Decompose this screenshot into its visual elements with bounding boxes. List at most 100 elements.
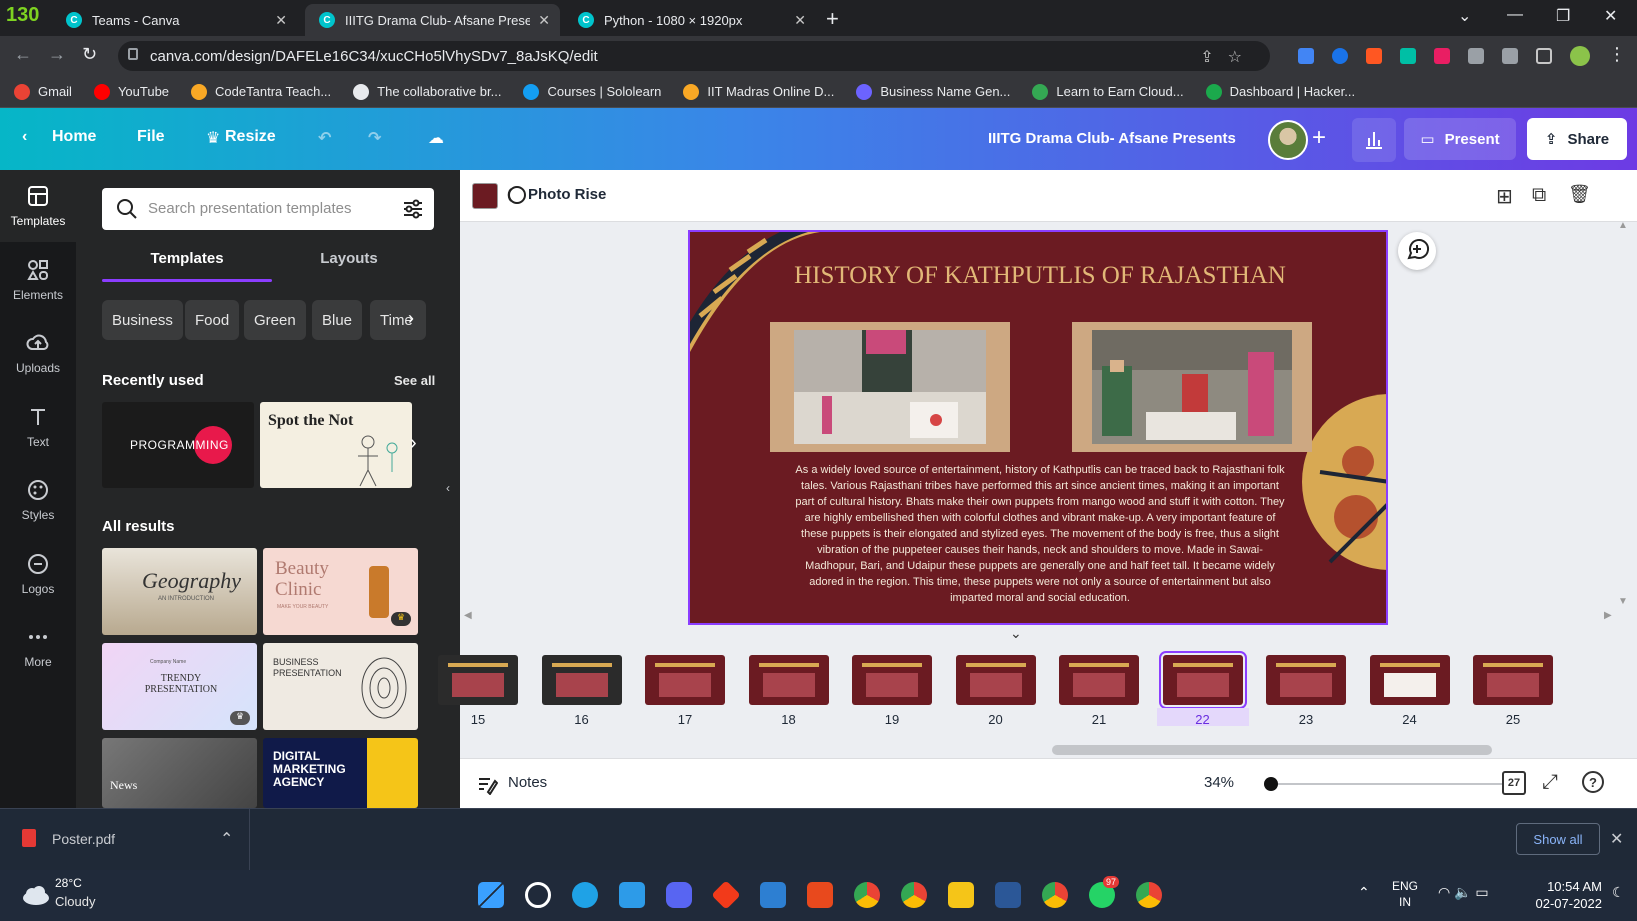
chrome-profile-icon[interactable] — [1136, 882, 1162, 908]
template-thumb-programming[interactable]: PROGRAMMING — [102, 402, 254, 488]
extension-icon[interactable] — [1366, 48, 1382, 64]
scroll-up-icon[interactable]: ▲ — [1618, 220, 1628, 231]
chevron-up-icon[interactable]: ⌃ — [220, 829, 233, 849]
git-icon[interactable] — [711, 880, 741, 910]
chrome-profile-icon[interactable] — [901, 882, 927, 908]
add-collaborator-button[interactable]: + — [1312, 124, 1326, 152]
rail-item-elements[interactable]: Elements — [0, 244, 76, 316]
file-explorer-icon[interactable] — [948, 882, 974, 908]
browser-tab-teams[interactable]: C Teams - Canva ✕ — [52, 4, 297, 36]
rail-item-more[interactable]: More — [0, 611, 76, 683]
file-button[interactable]: File — [137, 128, 165, 146]
bookmark-item[interactable]: The collaborative br... — [353, 83, 501, 100]
share-star-icons[interactable]: ⇪☆ — [1200, 47, 1256, 67]
reload-icon[interactable]: ↻ — [82, 44, 97, 65]
restore-icon[interactable]: ❐ — [1556, 6, 1570, 26]
browser-tab-python[interactable]: C Python - 1080 × 1920px ✕ — [564, 4, 816, 36]
collapse-panel-handle[interactable]: ‹ — [440, 448, 456, 528]
bookmark-item[interactable]: Dashboard | Hacker... — [1205, 83, 1355, 100]
bookmark-item[interactable]: Business Name Gen... — [856, 83, 1010, 100]
rail-item-uploads[interactable]: Uploads — [0, 317, 76, 389]
extension-icon[interactable] — [1400, 48, 1416, 64]
template-thumb-spot-the-not[interactable]: Spot the Not — [260, 402, 412, 488]
add-comment-button[interactable] — [1398, 232, 1436, 270]
tab-templates[interactable]: Templates — [102, 250, 272, 267]
filter-icon[interactable] — [402, 198, 424, 220]
page-thumbnail[interactable] — [438, 655, 518, 705]
insights-button[interactable] — [1352, 118, 1396, 162]
zoom-slider[interactable] — [1264, 777, 1504, 791]
browser-tab-drama-club[interactable]: C IIITG Drama Club- Afsane Presents ✕ — [305, 4, 560, 36]
back-chevron-icon[interactable]: ‹ — [22, 128, 27, 146]
edge-icon[interactable] — [572, 882, 598, 908]
chrome-icon[interactable] — [854, 882, 880, 908]
animation-button[interactable]: Photo Rise — [528, 186, 606, 203]
filter-chip-blue[interactable]: Blue — [312, 300, 363, 340]
chrome-profile-icon[interactable] — [1042, 882, 1068, 908]
rail-item-styles[interactable]: Styles — [0, 464, 76, 536]
template-thumb-digital-marketing[interactable]: DIGITAL MARKETING AGENCY — [263, 738, 418, 808]
filter-chip-business[interactable]: Business — [102, 300, 183, 340]
whatsapp-icon[interactable]: 97 — [1089, 876, 1120, 908]
see-all-link[interactable]: See all — [394, 373, 435, 388]
rail-item-text[interactable]: Text — [0, 391, 76, 463]
do-not-disturb-icon[interactable]: ☾ — [1612, 884, 1625, 900]
extension-icon[interactable] — [1468, 48, 1484, 64]
duplicate-page-icon[interactable]: ⧉ — [1532, 184, 1546, 207]
window-close-icon[interactable]: ✕ — [1604, 6, 1617, 26]
word-icon[interactable] — [995, 882, 1021, 908]
language-indicator[interactable]: ENG IN — [1392, 878, 1418, 910]
back-icon[interactable]: ← — [14, 44, 32, 65]
page-thumbnail[interactable] — [1158, 651, 1247, 709]
bookmark-item[interactable]: YouTube — [93, 83, 169, 100]
notes-button[interactable]: Notes — [508, 774, 547, 791]
minimize-icon[interactable]: — — [1507, 6, 1523, 24]
bookmark-item[interactable]: Courses | Sololearn — [523, 83, 661, 100]
close-icon[interactable]: ✕ — [1610, 829, 1623, 849]
address-bar[interactable]: canva.com/design/DAFELe16C34/xucCHo5lVhy… — [118, 41, 1270, 71]
page-thumbnail[interactable] — [541, 655, 622, 705]
start-icon[interactable] — [478, 882, 504, 908]
bookmark-item[interactable]: CodeTantra Teach... — [191, 83, 331, 100]
avatar[interactable] — [1268, 120, 1308, 160]
page-thumbnail[interactable] — [852, 655, 932, 705]
rail-item-templates[interactable]: Templates — [0, 170, 76, 242]
page-thumbnail[interactable] — [1266, 655, 1346, 705]
forward-icon[interactable]: → — [48, 44, 66, 65]
color-swatch[interactable] — [472, 183, 498, 209]
add-page-icon[interactable]: ⊞ — [1496, 184, 1513, 209]
help-icon[interactable]: ? — [1582, 771, 1604, 793]
url-text[interactable]: canva.com/design/DAFELe16C34/xucCHo5lVhy… — [150, 48, 598, 65]
template-thumb-news[interactable]: News — [102, 738, 257, 808]
discord-icon[interactable] — [666, 882, 692, 908]
wifi-volume-battery-icons[interactable]: ◠ 🔈 ▭ — [1438, 884, 1489, 900]
zoom-level[interactable]: 34% — [1204, 774, 1234, 791]
scroll-left-icon[interactable]: ◀ — [464, 610, 472, 621]
scroll-down-icon[interactable]: ▼ — [1618, 596, 1628, 607]
cloud-saved-icon[interactable]: ☁ — [428, 128, 444, 148]
tab-layouts[interactable]: Layouts — [264, 250, 434, 267]
delete-page-icon[interactable]: 🗑 — [1568, 184, 1591, 205]
search-input[interactable]: Search presentation templates — [102, 188, 434, 230]
extension-icon[interactable] — [1434, 48, 1450, 64]
extension-icon[interactable] — [1298, 48, 1314, 64]
new-tab-button[interactable]: + — [826, 6, 839, 32]
close-icon[interactable]: ✕ — [794, 12, 806, 29]
puzzle-icon[interactable] — [1502, 48, 1518, 64]
page-thumbnail[interactable] — [1059, 655, 1139, 705]
page-thumbnail[interactable] — [1369, 655, 1450, 705]
tab-counter[interactable]: 130 — [6, 4, 42, 30]
filter-chip-food[interactable]: Food — [185, 300, 240, 340]
zoom-slider-handle[interactable] — [1264, 777, 1278, 791]
present-button[interactable]: ▭ Present — [1404, 118, 1516, 160]
home-button[interactable]: Home — [52, 128, 96, 146]
bookmark-item[interactable]: Learn to Earn Cloud... — [1032, 83, 1184, 100]
close-icon[interactable]: ✕ — [538, 12, 550, 29]
template-thumb-geography[interactable]: Geography AN INTRODUCTION — [102, 548, 257, 635]
search-taskbar-icon[interactable] — [525, 882, 551, 908]
resize-button[interactable]: Resize — [225, 128, 276, 146]
filmstrip-scrollbar[interactable] — [470, 745, 1627, 755]
kebab-menu-icon[interactable]: ⋮ — [1608, 44, 1626, 65]
profile-avatar[interactable] — [1570, 46, 1590, 66]
side-panel-icon[interactable] — [1536, 48, 1552, 64]
